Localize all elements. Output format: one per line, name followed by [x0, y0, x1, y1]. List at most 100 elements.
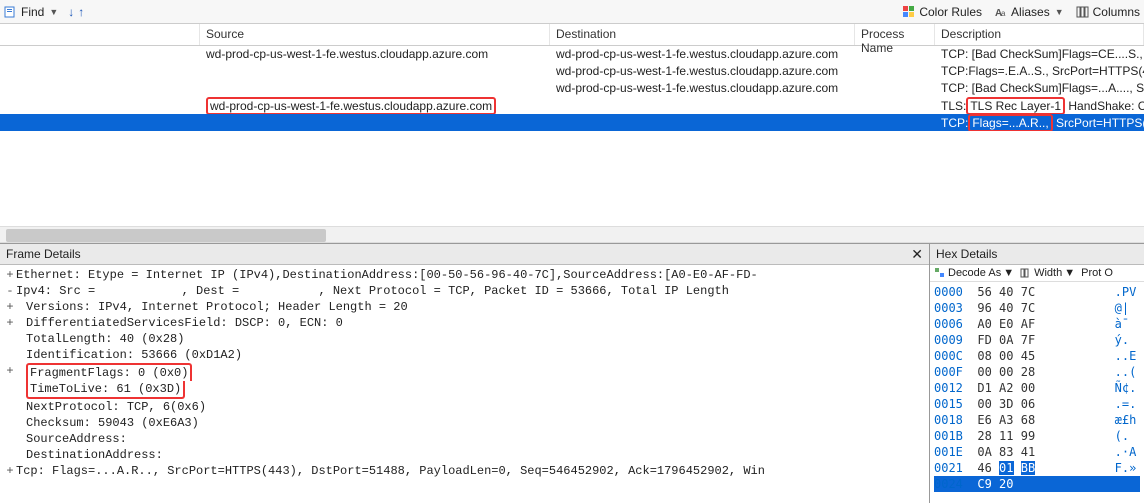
width-label: Width: [1034, 267, 1062, 279]
scrollbar-thumb[interactable]: [6, 229, 326, 242]
tree-text: Tcp: Flags=...A.R.., SrcPort=HTTPS(443),…: [16, 463, 765, 479]
tree-line[interactable]: +Ethernet: Etype = Internet IP (IPv4),De…: [4, 267, 925, 283]
tree-text: SourceAddress:: [26, 431, 127, 447]
packet-grid-body[interactable]: wd-prod-cp-us-west-1-fe.westus.cloudapp.…: [0, 46, 1144, 226]
find-button[interactable]: Find ▼: [4, 5, 58, 19]
find-label: Find: [21, 5, 44, 19]
width-button[interactable]: Width ▼: [1020, 267, 1075, 279]
hex-row[interactable]: 0015 00 3D 06 .=.: [934, 396, 1140, 412]
tree-text: NextProtocol: TCP, 6(0x6): [26, 399, 206, 415]
hex-row[interactable]: 000C 08 00 45 ..E: [934, 348, 1140, 364]
dropdown-icon: ▼: [1003, 267, 1014, 279]
frame-details-body[interactable]: +Ethernet: Etype = Internet IP (IPv4),De…: [0, 265, 929, 503]
hex-row[interactable]: 0021 46 01 BB F.»: [934, 460, 1140, 476]
color-rules-button[interactable]: Color Rules: [902, 5, 982, 19]
hex-row[interactable]: 0024 C9 20: [934, 476, 1140, 492]
tree-line[interactable]: NextProtocol: TCP, 6(0x6): [4, 399, 925, 415]
dropdown-icon: ▼: [1064, 267, 1075, 279]
hex-details-title-bar: Hex Details ✕: [930, 244, 1144, 265]
color-rules-icon: [902, 5, 916, 19]
hex-toolbar: Decode As ▼ Width ▼ Prot O: [930, 265, 1144, 282]
dropdown-icon: ▼: [49, 7, 58, 17]
tree-line[interactable]: + Versions: IPv4, Internet Protocol; Head…: [4, 299, 925, 315]
table-row[interactable]: wd-prod-cp-us-west-1-fe.westus.cloudapp.…: [0, 63, 1144, 80]
table-row[interactable]: TCP:Flags=...A.R.., SrcPort=HTTPS(44: [0, 114, 1144, 131]
tree-line[interactable]: -Ipv4: Src = , Dest = , Next Protocol = …: [4, 283, 925, 299]
column-process[interactable]: Process Name: [855, 24, 935, 45]
collapse-icon[interactable]: -: [4, 283, 16, 299]
frame-details-title: Frame Details: [6, 247, 81, 261]
column-gutter[interactable]: [0, 24, 200, 45]
dropdown-icon: ▼: [1055, 7, 1064, 17]
tree-text: Versions: IPv4, Internet Protocol; Heade…: [26, 299, 408, 315]
tree-text: Identification: 53666 (0xD1A2): [26, 347, 242, 363]
columns-button[interactable]: Columns: [1076, 5, 1140, 19]
hex-row[interactable]: 0000 56 40 7C .PV: [934, 284, 1140, 300]
hex-row[interactable]: 001B 28 11 99 (.: [934, 428, 1140, 444]
hex-details-pane: Hex Details ✕ Decode As ▼ Width ▼ Prot O: [930, 243, 1144, 503]
width-icon: [1020, 267, 1032, 279]
tree-line[interactable]: TotalLength: 40 (0x28): [4, 331, 925, 347]
close-icon[interactable]: ✕: [911, 248, 923, 260]
top-toolbar: Find ▼ ↓ ↑ Color Rules Aa Aliases ▼ Colu…: [0, 0, 1144, 24]
decode-as-icon: [934, 267, 946, 279]
frame-details-pane: Frame Details ✕ +Ethernet: Etype = Inter…: [0, 243, 930, 503]
tree-line[interactable]: Identification: 53666 (0xD1A2): [4, 347, 925, 363]
tree-spacer: [4, 447, 16, 463]
frame-details-title-bar: Frame Details ✕: [0, 244, 929, 265]
tree-text: TimeToLive: 61 (0x3D): [26, 381, 185, 399]
table-row[interactable]: wd-prod-cp-us-west-1-fe.westus.cloudapp.…: [0, 46, 1144, 63]
hex-row[interactable]: 0009 FD 0A 7F ý.: [934, 332, 1140, 348]
tree-line[interactable]: + FragmentFlags: 0 (0x0): [4, 363, 925, 381]
prot-button[interactable]: Prot O: [1081, 267, 1113, 279]
hex-details-body[interactable]: 0000 56 40 7C .PV0003 96 40 7C @|0006 A0…: [930, 282, 1144, 494]
tree-text: DifferentiatedServicesField: DSCP: 0, EC…: [26, 315, 343, 331]
nav-up-icon[interactable]: ↑: [78, 5, 84, 19]
tree-text: FragmentFlags: 0 (0x0): [26, 363, 192, 381]
tree-line[interactable]: TimeToLive: 61 (0x3D): [4, 381, 925, 399]
columns-icon: [1076, 5, 1090, 19]
tree-line[interactable]: Checksum: 59043 (0xE6A3): [4, 415, 925, 431]
grid-scrollbar-horizontal[interactable]: [0, 226, 1144, 243]
tree-spacer: [4, 347, 16, 363]
tree-spacer: [4, 381, 16, 397]
color-rules-label: Color Rules: [919, 5, 982, 19]
tree-line[interactable]: + DifferentiatedServicesField: DSCP: 0, E…: [4, 315, 925, 331]
tree-spacer: [4, 415, 16, 431]
hex-row[interactable]: 0006 A0 E0 AF à¯: [934, 316, 1140, 332]
tree-text: TotalLength: 40 (0x28): [26, 331, 184, 347]
aliases-label: Aliases: [1011, 5, 1050, 19]
column-destination[interactable]: Destination: [550, 24, 855, 45]
tree-text: Checksum: 59043 (0xE6A3): [26, 415, 199, 431]
hex-row[interactable]: 000F 00 00 28 ..(: [934, 364, 1140, 380]
decode-as-label: Decode As: [948, 267, 1001, 279]
tree-line[interactable]: +Tcp: Flags=...A.R.., SrcPort=HTTPS(443)…: [4, 463, 925, 479]
tree-line[interactable]: DestinationAddress:: [4, 447, 925, 463]
hex-details-title: Hex Details: [936, 247, 997, 261]
tree-text: DestinationAddress:: [26, 447, 163, 463]
expand-icon[interactable]: +: [4, 363, 16, 379]
tree-spacer: [4, 431, 16, 447]
aliases-button[interactable]: Aa Aliases ▼: [994, 5, 1064, 19]
column-description[interactable]: Description: [935, 24, 1144, 45]
expand-icon[interactable]: +: [4, 315, 16, 331]
find-icon: [4, 5, 18, 19]
hex-row[interactable]: 0018 E6 A3 68 æ£h: [934, 412, 1140, 428]
table-row[interactable]: wd-prod-cp-us-west-1-fe.westus.cloudapp.…: [0, 80, 1144, 97]
packet-grid-header: Source Destination Process Name Descript…: [0, 24, 1144, 46]
svg-text:a: a: [1001, 9, 1006, 18]
tree-text: Ethernet: Etype = Internet IP (IPv4),Des…: [16, 267, 758, 283]
expand-icon[interactable]: +: [4, 267, 16, 283]
hex-row[interactable]: 0003 96 40 7C @|: [934, 300, 1140, 316]
column-source[interactable]: Source: [200, 24, 550, 45]
nav-down-icon[interactable]: ↓: [68, 5, 74, 19]
tree-text: Ipv4: Src = , Dest = , Next Protocol = T…: [16, 283, 729, 299]
expand-icon[interactable]: +: [4, 299, 16, 315]
decode-as-button[interactable]: Decode As ▼: [934, 267, 1014, 279]
hex-row[interactable]: 001E 0A 83 41 .·A: [934, 444, 1140, 460]
table-row[interactable]: wd-prod-cp-us-west-1-fe.westus.cloudapp.…: [0, 97, 1144, 114]
aliases-icon: Aa: [994, 5, 1008, 19]
hex-row[interactable]: 0012 D1 A2 00 Ñ¢.: [934, 380, 1140, 396]
tree-line[interactable]: SourceAddress:: [4, 431, 925, 447]
expand-icon[interactable]: +: [4, 463, 16, 479]
